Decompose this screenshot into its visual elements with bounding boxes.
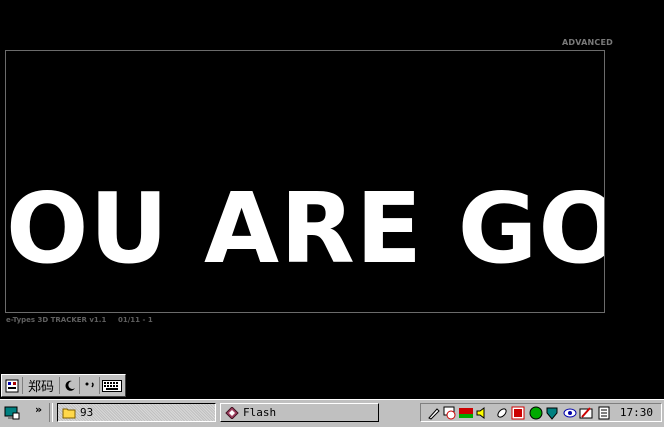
task-label: Flash: [243, 406, 277, 419]
ime-toolbar: 郑码: [1, 374, 126, 397]
punctuation-icon[interactable]: [80, 377, 100, 394]
task-button-folder-93[interactable]: 93: [57, 403, 216, 422]
notes-icon[interactable]: [597, 406, 611, 420]
ime-logo-icon[interactable]: [2, 377, 23, 394]
moon-icon[interactable]: [60, 377, 80, 394]
eye-icon[interactable]: [563, 406, 577, 420]
show-desktop-icon[interactable]: [4, 405, 20, 421]
tracker-date-label: 01/11 - 1: [118, 316, 153, 324]
clock-app-icon[interactable]: [443, 406, 457, 420]
taskbar: » 93 Flash 17:30: [0, 399, 664, 427]
system-tray: 17:30: [420, 403, 662, 422]
task-button-flash[interactable]: Flash: [220, 403, 379, 422]
scrolling-headline: OU ARE GO: [6, 172, 605, 285]
soft-keyboard-icon[interactable]: [100, 377, 124, 394]
ime-mode-button[interactable]: 郑码: [23, 377, 60, 395]
folder-icon: [62, 408, 76, 418]
tracker-viewport: OU ARE GO: [5, 50, 605, 313]
quicklaunch-chevron-button[interactable]: »: [35, 403, 42, 416]
taskbar-separator: [49, 403, 53, 422]
rs-icon[interactable]: [511, 406, 525, 420]
globe-icon[interactable]: [529, 406, 543, 420]
taskbar-clock[interactable]: 17:30: [620, 406, 653, 419]
advanced-label[interactable]: ADVANCED: [562, 38, 613, 47]
network-icon[interactable]: [495, 406, 509, 420]
flash-icon: [225, 406, 239, 419]
shield-icon[interactable]: [545, 406, 559, 420]
tele-icon[interactable]: [459, 406, 473, 420]
pen-icon[interactable]: [427, 406, 441, 420]
tracker-version-label: e-Types 3D TRACKER v1.1: [6, 316, 107, 324]
speaker-icon[interactable]: [475, 406, 489, 420]
paint-icon[interactable]: [579, 406, 593, 420]
task-label: 93: [80, 406, 94, 419]
